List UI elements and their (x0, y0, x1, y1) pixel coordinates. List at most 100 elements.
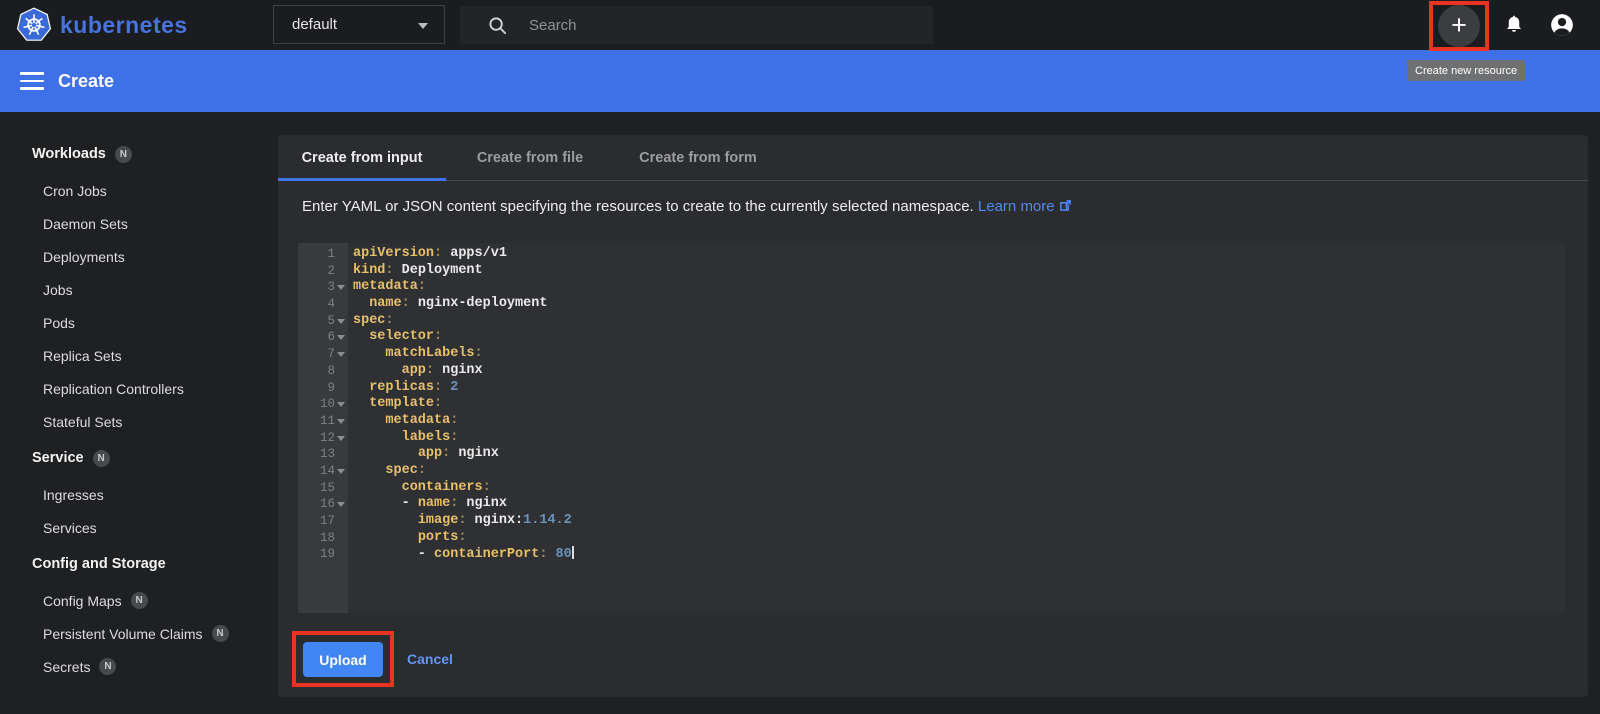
external-link-icon (1059, 199, 1072, 216)
code-line-5: 5 spec: (298, 313, 1565, 330)
sidebar-item-label: Daemon Sets (43, 215, 128, 232)
sidebar-item-label: Pods (43, 314, 75, 331)
fold-toggle-icon[interactable] (337, 418, 345, 424)
kubernetes-logo-icon (16, 7, 52, 41)
fold-toggle-icon[interactable] (337, 352, 345, 358)
sidebar-item-label: Config Maps (43, 592, 122, 609)
line-number: 6 (298, 329, 348, 346)
namespace-selector[interactable]: default (273, 5, 445, 44)
chevron-down-icon (418, 23, 428, 29)
tab-bar: Create from input Create from file Create … (278, 135, 1588, 181)
menu-button[interactable] (20, 72, 44, 90)
line-number: 19 (319, 547, 335, 562)
code-token-val: - (353, 496, 418, 512)
code-token-val (353, 463, 385, 478)
code-token-punct: : (434, 246, 443, 261)
fold-toggle-icon[interactable] (337, 435, 345, 441)
line-number: 7 (298, 346, 348, 363)
code-text: template: (348, 396, 442, 413)
code-token-punct: : (385, 262, 394, 278)
sidebar-section-label: Workloads (32, 146, 106, 162)
sidebar-item-persistent-volume-claims[interactable]: Persistent Volume Claims N (0, 617, 278, 650)
code-token-key: name (369, 296, 402, 312)
fold-toggle-icon[interactable] (337, 468, 345, 474)
code-text: labels: (348, 429, 459, 447)
code-text: containers: (348, 480, 491, 497)
code-token-val: nginx-deployment (409, 296, 548, 312)
kubernetes-dashboard: kubernetes default Search + Create Creat… (0, 0, 1600, 714)
sidebar-item-deployments[interactable]: Deployments (0, 240, 278, 273)
sidebar-item-pods[interactable]: Pods (0, 306, 278, 339)
code-token-punct: : (450, 412, 459, 428)
tab-create-from-file[interactable]: Create from file (446, 135, 614, 180)
sidebar-item-replica-sets[interactable]: Replica Sets (0, 339, 278, 372)
sidebar-section-workloads: Workloads N (0, 134, 278, 174)
fold-toggle-icon[interactable] (337, 285, 345, 291)
sidebar-item-label: Persistent Volume Claims (43, 625, 203, 642)
code-token-num: 1.14.2 (523, 513, 572, 528)
sidebar-item-ingresses[interactable]: Ingresses (0, 478, 278, 511)
sidebar-item-cron-jobs[interactable]: Cron Jobs (0, 174, 278, 207)
sidebar-item-jobs[interactable]: Jobs (0, 273, 278, 306)
code-token-val (353, 513, 418, 528)
code-line-12: 12 labels: (298, 430, 1565, 447)
sidebar-item-config-maps[interactable]: Config Maps N (0, 584, 278, 617)
sidebar-item-daemon-sets[interactable]: Daemon Sets (0, 207, 278, 240)
upload-button[interactable]: Upload (303, 642, 383, 677)
code-token-val (353, 430, 402, 445)
code-text: kind: Deployment (348, 263, 483, 280)
fold-toggle-icon[interactable] (337, 335, 345, 341)
sidebar-section-label: Config and Storage (32, 556, 166, 572)
code-text: apiVersion: apps/v1 (348, 246, 507, 263)
sidebar-item-secrets[interactable]: Secrets N (0, 650, 278, 683)
code-token-key: kind (353, 262, 386, 278)
sidebar-item-label: Stateful Sets (43, 413, 123, 430)
sidebar-item-replication-controllers[interactable]: Replication Controllers (0, 372, 278, 405)
create-new-resource-button[interactable]: + (1438, 5, 1480, 47)
code-token-punct: : (458, 529, 467, 545)
code-token-punct: : (434, 379, 443, 395)
sidebar-item-services[interactable]: Services (0, 511, 278, 544)
code-token-punct: : (417, 279, 426, 295)
fold-toggle-icon[interactable] (337, 318, 345, 324)
line-number: 13 (319, 447, 335, 462)
fold-toggle-icon[interactable] (337, 402, 345, 408)
code-text: metadata: (348, 413, 458, 430)
code-text: spec: (348, 313, 394, 330)
account-button[interactable] (1546, 9, 1578, 41)
tab-create-from-input[interactable]: Create from input (278, 135, 446, 181)
code-token-val (353, 530, 418, 545)
code-line-15: 15 containers: (298, 480, 1565, 497)
line-number: 2 (327, 263, 335, 278)
instruction-body: Enter YAML or JSON content specifying th… (302, 198, 974, 215)
code-token-val (353, 296, 369, 311)
fold-toggle-icon[interactable] (337, 502, 345, 508)
code-line-16: 16 - name: nginx (298, 496, 1565, 513)
page-title: Create (58, 71, 115, 91)
code-token-key: matchLabels (385, 346, 475, 362)
yaml-editor[interactable]: 1 apiVersion: apps/v1 2 kind: Deployment 3 me… (298, 243, 1565, 613)
code-line-4: 4 name: nginx-deployment (298, 296, 1565, 313)
code-text: matchLabels: (348, 346, 482, 363)
line-number: 16 (298, 496, 348, 513)
code-token-key: containerPort (434, 547, 540, 563)
line-number: 11 (298, 413, 348, 430)
learn-more-link[interactable]: Learn more (978, 198, 1072, 215)
search-input[interactable]: Search (460, 6, 933, 44)
code-token-punct: : (450, 429, 459, 445)
namespace-value: default (292, 16, 338, 33)
cancel-button[interactable]: Cancel (407, 642, 453, 677)
code-token-val (353, 380, 369, 395)
line-number: 3 (298, 279, 348, 296)
line-number: 8 (327, 363, 335, 378)
sidebar-item-stateful-sets[interactable]: Stateful Sets (0, 405, 278, 438)
namespaced-badge: N (114, 145, 132, 163)
text-cursor (571, 546, 574, 560)
notifications-button[interactable] (1498, 9, 1530, 41)
tab-create-from-form[interactable]: Create from form (614, 135, 782, 180)
code-token-punct: : (434, 396, 443, 412)
sidebar-item-label: Services (43, 519, 97, 536)
line-number: 17 (319, 514, 335, 528)
sidebar-item-label: Replica Sets (43, 347, 122, 364)
code-token-punct: : (417, 462, 426, 478)
